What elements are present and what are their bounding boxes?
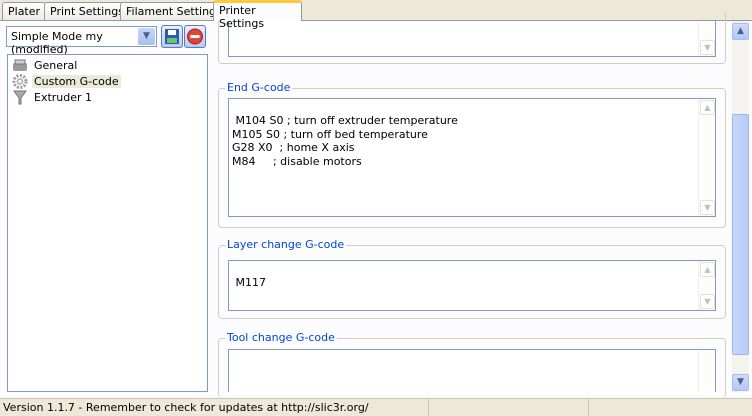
tab-printer-settings[interactable]: Printer Settings [213, 0, 302, 30]
save-icon [165, 29, 179, 44]
layer-change-gcode-text: M117 [235, 276, 267, 290]
tab-print-settings[interactable]: Print Settings [44, 2, 130, 20]
scrollbar-thumb[interactable] [732, 114, 749, 355]
status-divider [428, 398, 429, 416]
tool-change-gcode-textarea[interactable] [228, 349, 716, 392]
chevron-down-icon[interactable]: ▼ [138, 28, 155, 45]
gear-icon [12, 73, 28, 89]
textarea-scrollbar[interactable] [698, 350, 715, 392]
chevron-down-icon[interactable]: ▼ [700, 40, 715, 55]
delete-preset-button[interactable] [184, 25, 206, 48]
tab-plater[interactable]: Plater [2, 2, 47, 20]
chevron-up-icon[interactable]: ▲ [700, 262, 715, 277]
chevron-down-icon[interactable]: ▼ [700, 294, 715, 309]
start-gcode-textarea[interactable]: ▼ [228, 21, 716, 57]
status-bar: Version 1.1.7 - Remember to check for up… [0, 398, 752, 416]
save-preset-button[interactable] [161, 25, 183, 48]
status-text: Version 1.1.7 - Remember to check for up… [3, 401, 369, 414]
chevron-down-icon[interactable]: ▼ [700, 200, 715, 215]
status-divider [588, 398, 589, 416]
end-gcode-textarea[interactable]: M104 S0 ; turn off extruder temperature … [228, 98, 716, 217]
textarea-scrollbar[interactable]: ▼ [698, 21, 715, 56]
funnel-icon [12, 90, 28, 105]
preset-select[interactable]: Simple Mode my (modified) ▼ [6, 26, 157, 56]
settings-tree[interactable]: General Custom G-code Extruder 1 [7, 54, 208, 392]
delete-icon [187, 28, 203, 45]
end-gcode-text: M104 S0 ; turn off extruder temperature … [232, 114, 458, 168]
layer-change-gcode-title: Layer change G-code [225, 238, 347, 251]
chevron-down-icon[interactable]: ▼ [732, 374, 749, 391]
tab-filament-settings[interactable]: Filament Settings [120, 2, 228, 20]
textarea-scrollbar[interactable]: ▲ ▼ [698, 261, 715, 310]
tree-item-extruder-1[interactable]: Extruder 1 [12, 89, 94, 105]
tool-change-gcode-title: Tool change G-code [225, 331, 337, 344]
end-gcode-title: End G-code [225, 81, 293, 94]
printer-icon [12, 58, 28, 73]
tree-item-custom-gcode[interactable]: Custom G-code [12, 73, 121, 89]
layer-change-gcode-textarea[interactable]: M117 ▲ ▼ [228, 260, 716, 311]
page-scrollbar[interactable]: ▲ ▼ [732, 21, 749, 392]
chevron-up-icon[interactable]: ▲ [700, 100, 715, 115]
chevron-up-icon[interactable]: ▲ [732, 23, 749, 40]
textarea-scrollbar[interactable]: ▲ ▼ [698, 99, 715, 216]
tree-item-general[interactable]: General [12, 57, 79, 73]
